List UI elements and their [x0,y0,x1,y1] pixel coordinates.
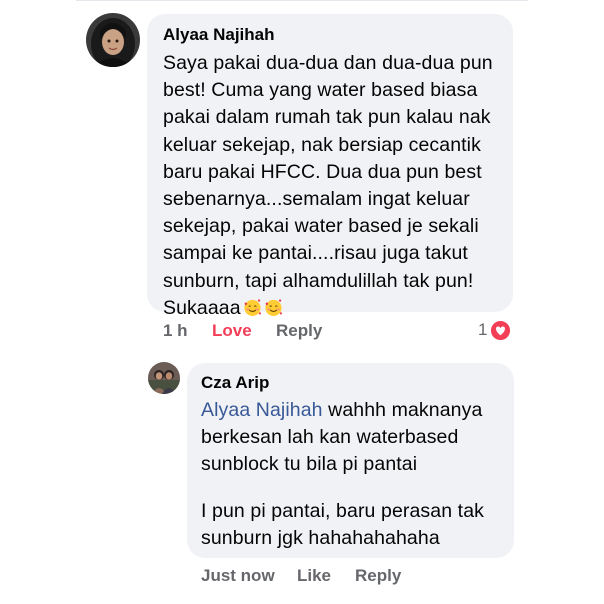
comment-text: Saya pakai dua-dua dan dua-dua pun best!… [163,50,499,322]
comment-timestamp[interactable]: 1 h [163,321,188,341]
comment-author[interactable]: Alyaa Najihah [163,24,499,46]
divider [76,0,528,1]
reaction-count: 1 [478,320,488,339]
comment-line: best! Cuma yang water based biasa [163,79,478,102]
reply-author[interactable]: Cza Arip [201,372,500,394]
love-reaction-icon [490,319,512,341]
comment-line: sekejap, pakai water based je sekali [163,215,479,238]
comment-line: baru pakai HFCC. Dua dua pun best [163,160,482,183]
comment-line: sebenarnya...semalam ingat keluar [163,188,470,211]
reply-line: sunblock tu bila pi pantai [201,453,418,475]
comment-line: Saya pakai dua-dua dan dua-dua pun [163,52,493,74]
reaction-summary[interactable]: 1 [478,319,512,341]
comment-line: keluar sekejap, nak bersiap cecantik [163,133,481,156]
comment-actions: 1 h Love Reply [163,321,523,343]
reply-line: I pun pi pantai, baru perasan tak [201,500,484,522]
love-button[interactable]: Love [212,321,252,341]
like-button[interactable]: Like [297,566,331,586]
comment-line: Sukaaaa [163,296,241,319]
smiling-face-with-hearts-icon [264,298,283,317]
commenter-avatar[interactable] [86,13,140,67]
reply-paragraph: I pun pi pantai, baru perasan tak sunbur… [201,498,500,552]
reply-paragraph: Alyaa Najihah wahhh maknanya berkesan la… [201,397,500,478]
comment-line: sampai ke pantai....risau juga takut [163,242,468,265]
reply-actions: Just now Like Reply [201,566,501,588]
comment-line: sunburn, tapi alhamdulillah tak pun! [163,269,474,292]
profile-photo [86,13,140,67]
reply-button[interactable]: Reply [276,321,322,341]
reply-line-rest: wahhh maknanya [328,399,483,421]
comment-bubble: Alyaa Najihah Saya pakai dua-dua dan dua… [147,14,513,319]
reply-line: sunburn jgk hahahahahaha [201,527,440,549]
reply-line: Alyaa Najihah wahhh maknanya [201,397,500,424]
reply-line: berkesan lah kan waterbased [201,426,459,448]
reply-text: Alyaa Najihah wahhh maknanya berkesan la… [201,397,500,552]
comment-line-last: Sukaaaa [163,295,499,322]
reply-timestamp[interactable]: Just now [201,566,275,586]
replier-avatar[interactable] [148,362,180,394]
reply-button[interactable]: Reply [355,566,401,586]
mention-link[interactable]: Alyaa Najihah [201,399,323,421]
reply-bubble: Cza Arip Alyaa Najihah wahhh maknanya be… [187,363,514,558]
profile-photo [148,362,180,394]
smiling-face-with-hearts-icon [243,298,262,317]
comment-line: pakai dalam rumah tak pun kalau nak [163,106,491,129]
